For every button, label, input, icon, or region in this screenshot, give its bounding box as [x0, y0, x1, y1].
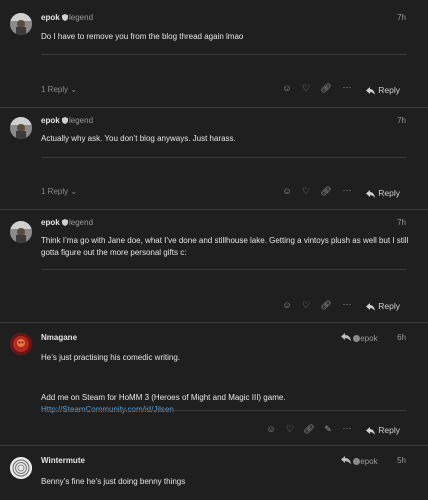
- post-separator: [0, 107, 428, 108]
- shield-flair-icon: [61, 14, 68, 21]
- link-icon[interactable]: 🔗︎: [319, 83, 333, 94]
- reply-button[interactable]: Reply: [366, 188, 400, 198]
- edit-icon[interactable]: ✎: [321, 424, 335, 435]
- link-icon[interactable]: 🔗︎: [319, 186, 333, 197]
- ellipsis-icon[interactable]: ···: [340, 82, 354, 92]
- ellipsis-icon[interactable]: ···: [340, 185, 354, 195]
- post-text: Do I have to remove you from the blog th…: [41, 32, 244, 41]
- avatar[interactable]: [10, 457, 32, 479]
- reply-button[interactable]: Reply: [366, 425, 400, 435]
- post-time[interactable]: 7h: [397, 13, 406, 22]
- divider: [41, 54, 407, 55]
- reply-button[interactable]: Reply: [366, 301, 400, 311]
- post-separator: [0, 209, 428, 210]
- divider: [41, 157, 407, 158]
- smile-icon[interactable]: ☺: [280, 186, 294, 196]
- replies-toggle[interactable]: 1 Reply ⌄: [41, 85, 77, 94]
- reply-button[interactable]: Reply: [366, 85, 400, 95]
- post-text: Actually why ask. You don’t blog anyways…: [41, 134, 236, 143]
- reply-icon: [366, 427, 376, 435]
- smile-icon[interactable]: ☺: [264, 424, 278, 434]
- username[interactable]: Nmagane: [41, 333, 77, 342]
- user-group[interactable]: legend: [69, 218, 93, 227]
- reply-icon: [366, 87, 376, 95]
- heart-icon[interactable]: ♡: [299, 300, 313, 311]
- link-icon[interactable]: 🔗︎: [302, 424, 316, 435]
- steam-link[interactable]: Http://SteamCommunity.com/id/Jilsen: [41, 405, 174, 414]
- post-time[interactable]: 5h: [397, 456, 406, 465]
- reply-icon: [366, 303, 376, 311]
- post-text: Think I’ma go with Jane doe, what I’ve d…: [41, 236, 409, 257]
- smile-icon[interactable]: ☺: [280, 83, 294, 93]
- heart-icon[interactable]: ♡: [283, 424, 297, 435]
- divider: [41, 410, 407, 411]
- shield-flair-icon: [61, 219, 68, 226]
- smile-icon[interactable]: ☺: [280, 300, 294, 310]
- avatar[interactable]: [10, 117, 32, 139]
- avatar[interactable]: [10, 333, 32, 355]
- divider: [41, 269, 407, 270]
- avatar[interactable]: [10, 221, 32, 243]
- username[interactable]: Wintermute: [41, 456, 85, 465]
- chevron-down-icon: ⌄: [70, 85, 78, 94]
- ellipsis-icon[interactable]: ···: [340, 299, 354, 309]
- ellipsis-icon[interactable]: ···: [340, 423, 354, 433]
- post-text: Benny’s fine he’s just doing benny thing…: [41, 477, 186, 486]
- user-group[interactable]: legend: [69, 116, 93, 125]
- heart-icon[interactable]: ♡: [299, 186, 313, 197]
- post-text: He’s just practising his comedic writing…: [41, 353, 181, 362]
- username[interactable]: epok: [41, 218, 68, 227]
- replies-toggle[interactable]: 1 Reply ⌄: [41, 187, 77, 196]
- avatar[interactable]: [10, 13, 32, 35]
- shield-flair-icon: [61, 117, 68, 124]
- heart-icon[interactable]: ♡: [299, 83, 313, 94]
- reply-to-indicator[interactable]: epok: [341, 333, 378, 343]
- reply-to-indicator[interactable]: epok: [341, 456, 378, 466]
- username[interactable]: epok: [41, 13, 68, 22]
- post-time[interactable]: 7h: [397, 116, 406, 125]
- reply-to-arrow-icon: [341, 456, 351, 464]
- link-icon[interactable]: 🔗︎: [319, 300, 333, 311]
- user-group[interactable]: legend: [69, 13, 93, 22]
- chevron-down-icon: ⌄: [70, 187, 78, 196]
- username[interactable]: epok: [41, 116, 68, 125]
- post-separator: [0, 445, 428, 446]
- post-time[interactable]: 6h: [397, 333, 406, 342]
- reply-icon: [366, 190, 376, 198]
- signature: Add me on Steam for HoMM 3 (Heroes of Mi…: [41, 393, 286, 414]
- post-separator: [0, 322, 428, 323]
- reply-to-arrow-icon: [341, 333, 351, 341]
- post-time[interactable]: 7h: [397, 218, 406, 227]
